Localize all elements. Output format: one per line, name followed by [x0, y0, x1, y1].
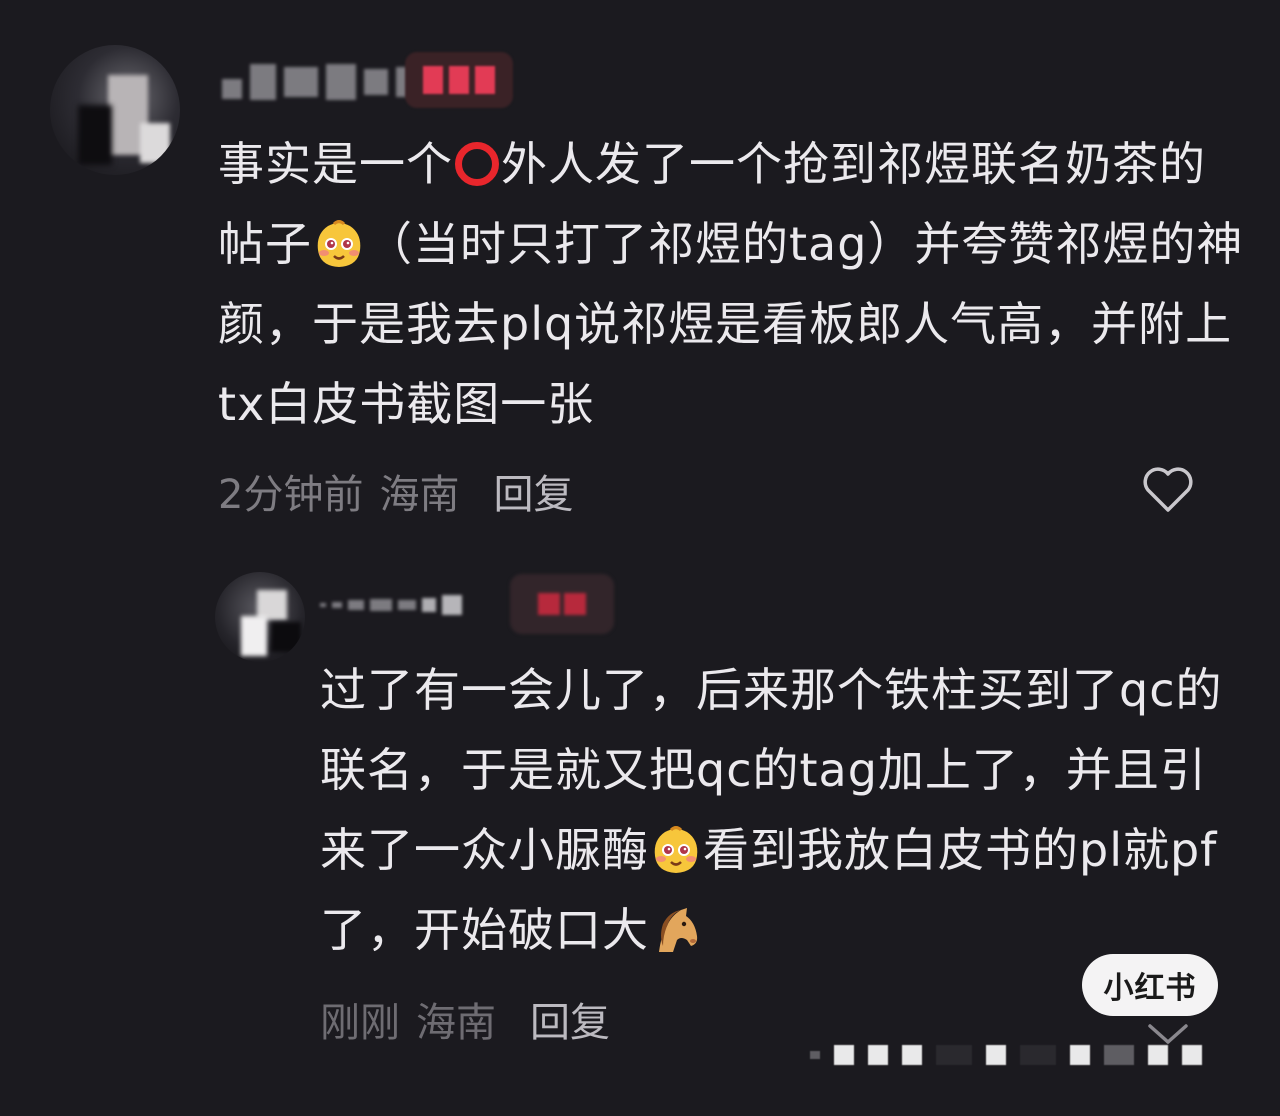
mosaic-block — [348, 600, 364, 610]
user-avatar[interactable] — [215, 572, 305, 662]
mosaic-block — [442, 595, 462, 615]
mosaic-block — [834, 1045, 854, 1065]
mosaic-block — [370, 599, 392, 611]
comment-time: 2分钟前 — [218, 472, 364, 518]
mosaic-block — [902, 1045, 922, 1065]
mosaic-block — [449, 66, 469, 94]
comment-location: 海南 — [379, 472, 460, 518]
username-redacted[interactable] — [320, 590, 462, 620]
avatar-mosaic — [78, 105, 112, 165]
red-circle-emoji — [455, 142, 499, 186]
reply-button[interactable]: 回复 — [493, 462, 573, 520]
blushing-face-emoji — [654, 826, 698, 873]
reply-text: 过了有一会儿了，后来那个铁柱买到了qc的联名，于是就又把qc的tag加上了，并且… — [320, 650, 1240, 970]
mosaic-block — [1070, 1045, 1090, 1065]
mosaic-block — [422, 598, 436, 612]
username-watermark-redacted — [810, 1040, 1250, 1070]
user-avatar[interactable] — [50, 45, 180, 175]
comment-time: 刚刚 — [320, 1000, 400, 1046]
mosaic-block — [250, 64, 276, 100]
avatar-mosaic — [241, 616, 267, 656]
mosaic-block — [810, 1051, 820, 1059]
comment-location: 海南 — [416, 1000, 496, 1046]
mosaic-block — [222, 79, 242, 99]
mosaic-block — [423, 66, 443, 94]
user-badge-redacted — [510, 574, 614, 634]
user-badge-redacted — [405, 52, 513, 108]
username-redacted[interactable] — [222, 60, 416, 104]
mosaic-block — [564, 593, 586, 615]
mosaic-block — [538, 593, 560, 615]
comment-meta: 2分钟前 海南 回复 — [218, 462, 573, 520]
avatar-mosaic — [140, 123, 170, 163]
mosaic-block — [1148, 1045, 1168, 1065]
comment-text: 事实是一个 外人发了一个抢到祁煜联名奶茶的帖子 （当时只打了祁煜的tag）并夸赞祁… — [218, 124, 1248, 444]
avatar-mosaic — [271, 622, 301, 652]
blushing-face-emoji — [317, 220, 361, 267]
mosaic-block — [936, 1045, 972, 1065]
mosaic-block — [398, 600, 416, 610]
mosaic-block — [1182, 1045, 1202, 1065]
mosaic-block — [284, 67, 318, 97]
comment-meta: 刚刚 海南 回复 — [320, 990, 610, 1048]
mosaic-block — [475, 66, 495, 94]
comment-text-segment: 事实是一个 — [218, 137, 453, 191]
heart-outline-icon[interactable] — [1142, 466, 1194, 514]
mosaic-block — [868, 1045, 888, 1065]
comment-text-segment: （当时只打了祁煜的tag）并夸赞祁煜的神颜，于是我去plq说祁煜是看板郎人气高，… — [218, 217, 1244, 431]
comment-screen: 事实是一个 外人发了一个抢到祁煜联名奶茶的帖子 （当时只打了祁煜的tag）并夸赞祁… — [0, 0, 1280, 1116]
mosaic-block — [1104, 1045, 1134, 1065]
mosaic-block — [320, 603, 326, 607]
mosaic-block — [1020, 1045, 1056, 1065]
mosaic-block — [332, 602, 342, 608]
mosaic-block — [326, 64, 356, 100]
horse-emoji — [659, 908, 698, 952]
mosaic-block — [364, 69, 388, 95]
xiaohongshu-watermark: 小红书 — [1082, 954, 1218, 1016]
reply-button[interactable]: 回复 — [530, 990, 610, 1048]
mosaic-block — [986, 1045, 1006, 1065]
